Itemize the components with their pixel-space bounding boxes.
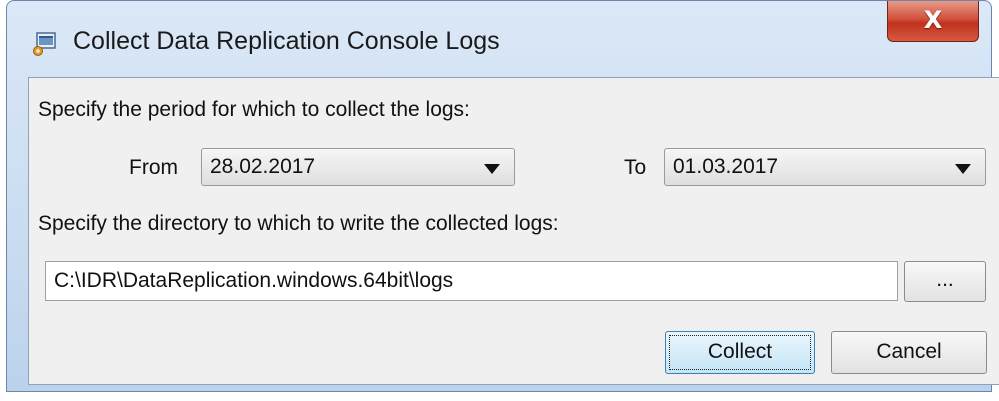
from-date-value: 28.02.2017: [210, 155, 316, 178]
title-bar[interactable]: Collect Data Replication Console Logs X: [7, 1, 991, 75]
cancel-button[interactable]: Cancel: [831, 331, 987, 374]
focus-ring: [669, 335, 811, 370]
window-title: Collect Data Replication Console Logs: [73, 27, 500, 55]
chevron-down-icon: [955, 164, 971, 174]
browse-button[interactable]: ...: [904, 261, 986, 302]
dialog-window: Collect Data Replication Console Logs X …: [6, 0, 999, 392]
directory-prompt: Specify the directory to which to write …: [38, 212, 559, 235]
dialog-content: Specify the period for which to collect …: [28, 77, 999, 385]
console-window-icon: [33, 32, 56, 56]
period-prompt: Specify the period for which to collect …: [38, 98, 470, 121]
chevron-down-icon: [484, 164, 500, 174]
from-date-dropdown[interactable]: 28.02.2017: [201, 148, 515, 186]
to-date-dropdown[interactable]: 01.03.2017: [664, 148, 986, 186]
to-label: To: [624, 156, 647, 179]
close-icon: X: [923, 6, 943, 34]
to-date-value: 01.03.2017: [673, 155, 779, 178]
from-label: From: [129, 156, 178, 179]
collect-button[interactable]: Collect: [665, 331, 815, 374]
close-button[interactable]: X: [887, 1, 979, 42]
directory-path-input[interactable]: [45, 261, 898, 301]
